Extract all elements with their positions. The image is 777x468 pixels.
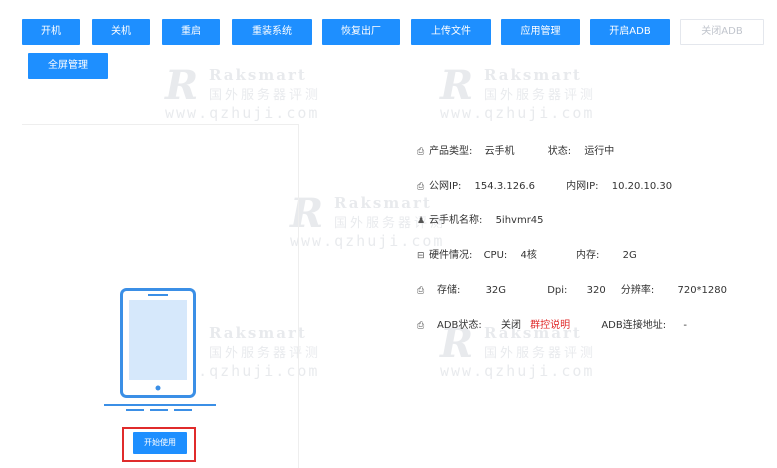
group-control-link[interactable]: 群控说明 <box>530 316 570 331</box>
resolution-value: 720*1280 <box>677 285 728 296</box>
adb-address-value: - <box>683 320 687 331</box>
dpi-value: 320 <box>586 285 606 296</box>
watermark-logo-icon: R <box>440 62 474 109</box>
watermark: R Raksmart 国外服务器评测 www.qzhuji.com <box>165 64 340 124</box>
storage-label: 存储: <box>437 285 461 296</box>
cpu-label: CPU: <box>483 250 508 261</box>
phone-floor-lines-icon <box>104 404 216 411</box>
info-storage-row: ⎙ 存储: 32G Dpi: 320 分辨率: 720*1280 <box>417 281 727 296</box>
watermark: R Raksmart 国外服务器评测 www.qzhuji.com <box>440 64 615 124</box>
hardware-icon: ⊟ <box>417 251 425 261</box>
adb-status-label: ADB状态: <box>437 320 482 331</box>
watermark-brand: Raksmart <box>209 66 307 84</box>
memory-label: 内存: <box>576 250 600 261</box>
cloud-phone-page: 开机 关机 重启 重装系统 恢复出厂 上传文件 应用管理 开启ADB 关闭ADB… <box>0 0 777 468</box>
status-value: 运行中 <box>584 146 615 157</box>
adb-address-label: ADB连接地址: <box>601 320 667 331</box>
watermark-logo-icon: R <box>165 62 199 109</box>
private-ip-label: 内网IP: <box>566 181 599 192</box>
private-ip-value: 10.20.10.30 <box>611 181 673 192</box>
info-name-row: ♟ 云手机名称: 5ihvmr45 <box>417 211 544 226</box>
watermark-url: www.qzhuji.com <box>440 104 595 122</box>
public-ip-label: 公网IP: <box>429 181 462 192</box>
dpi-label: Dpi: <box>547 285 568 296</box>
restart-button[interactable]: 重启 <box>162 19 220 45</box>
print-icon: ⎙ <box>417 182 425 192</box>
upload-file-button[interactable]: 上传文件 <box>411 19 491 45</box>
public-ip-value: 154.3.126.6 <box>474 181 535 192</box>
info-hardware-row: ⊟ 硬件情况: CPU: 4核 内存: 2G <box>417 246 637 261</box>
watermark-url: www.qzhuji.com <box>165 104 320 122</box>
enable-adb-button[interactable]: 开启ADB <box>590 19 670 45</box>
adb-status-value: 关闭 <box>500 320 521 331</box>
cpu-value: 4核 <box>520 250 537 261</box>
phone-illustration-icon <box>120 288 196 398</box>
factory-reset-button[interactable]: 恢复出厂 <box>322 19 400 45</box>
user-icon: ♟ <box>417 216 426 226</box>
watermark-brand: Raksmart <box>484 66 582 84</box>
watermark-cn: 国外服务器评测 <box>484 88 597 103</box>
fullscreen-manage-button[interactable]: 全屏管理 <box>28 53 108 79</box>
hardware-label: 硬件情况: <box>429 250 473 261</box>
status-label: 状态: <box>547 146 572 157</box>
storage-value: 32G <box>485 285 507 296</box>
resolution-label: 分辨率: <box>620 285 655 296</box>
power-off-button[interactable]: 关机 <box>92 19 150 45</box>
info-ip-row: ⎙ 公网IP: 154.3.126.6 内网IP: 10.20.10.30 <box>417 177 672 192</box>
watermark-brand: Raksmart <box>334 194 432 212</box>
watermark-url: www.qzhuji.com <box>440 362 595 380</box>
info-adb-row: ⎙ ADB状态: 关闭 群控说明 ADB连接地址: - <box>417 316 687 331</box>
reinstall-button[interactable]: 重装系统 <box>232 19 312 45</box>
app-manage-button[interactable]: 应用管理 <box>501 19 580 45</box>
adb-icon: ⎙ <box>417 321 425 331</box>
memory-value: 2G <box>622 250 637 261</box>
phone-name-label: 云手机名称: <box>429 215 483 226</box>
watermark: R Raksmart 国外服务器评测 www.qzhuji.com <box>440 322 615 382</box>
storage-icon: ⎙ <box>417 286 425 296</box>
phone-name-value: 5ihvmr45 <box>495 215 544 226</box>
disable-adb-button[interactable]: 关闭ADB <box>680 19 764 45</box>
print-icon: ⎙ <box>417 147 425 157</box>
start-use-button[interactable]: 开始使用 <box>133 432 187 454</box>
product-type-value: 云手机 <box>484 146 515 157</box>
info-product-row: ⎙ 产品类型: 云手机 状态: 运行中 <box>417 142 614 157</box>
watermark-cn: 国外服务器评测 <box>209 88 322 103</box>
power-on-button[interactable]: 开机 <box>22 19 80 45</box>
product-type-label: 产品类型: <box>429 146 473 157</box>
watermark-cn: 国外服务器评测 <box>484 346 597 361</box>
